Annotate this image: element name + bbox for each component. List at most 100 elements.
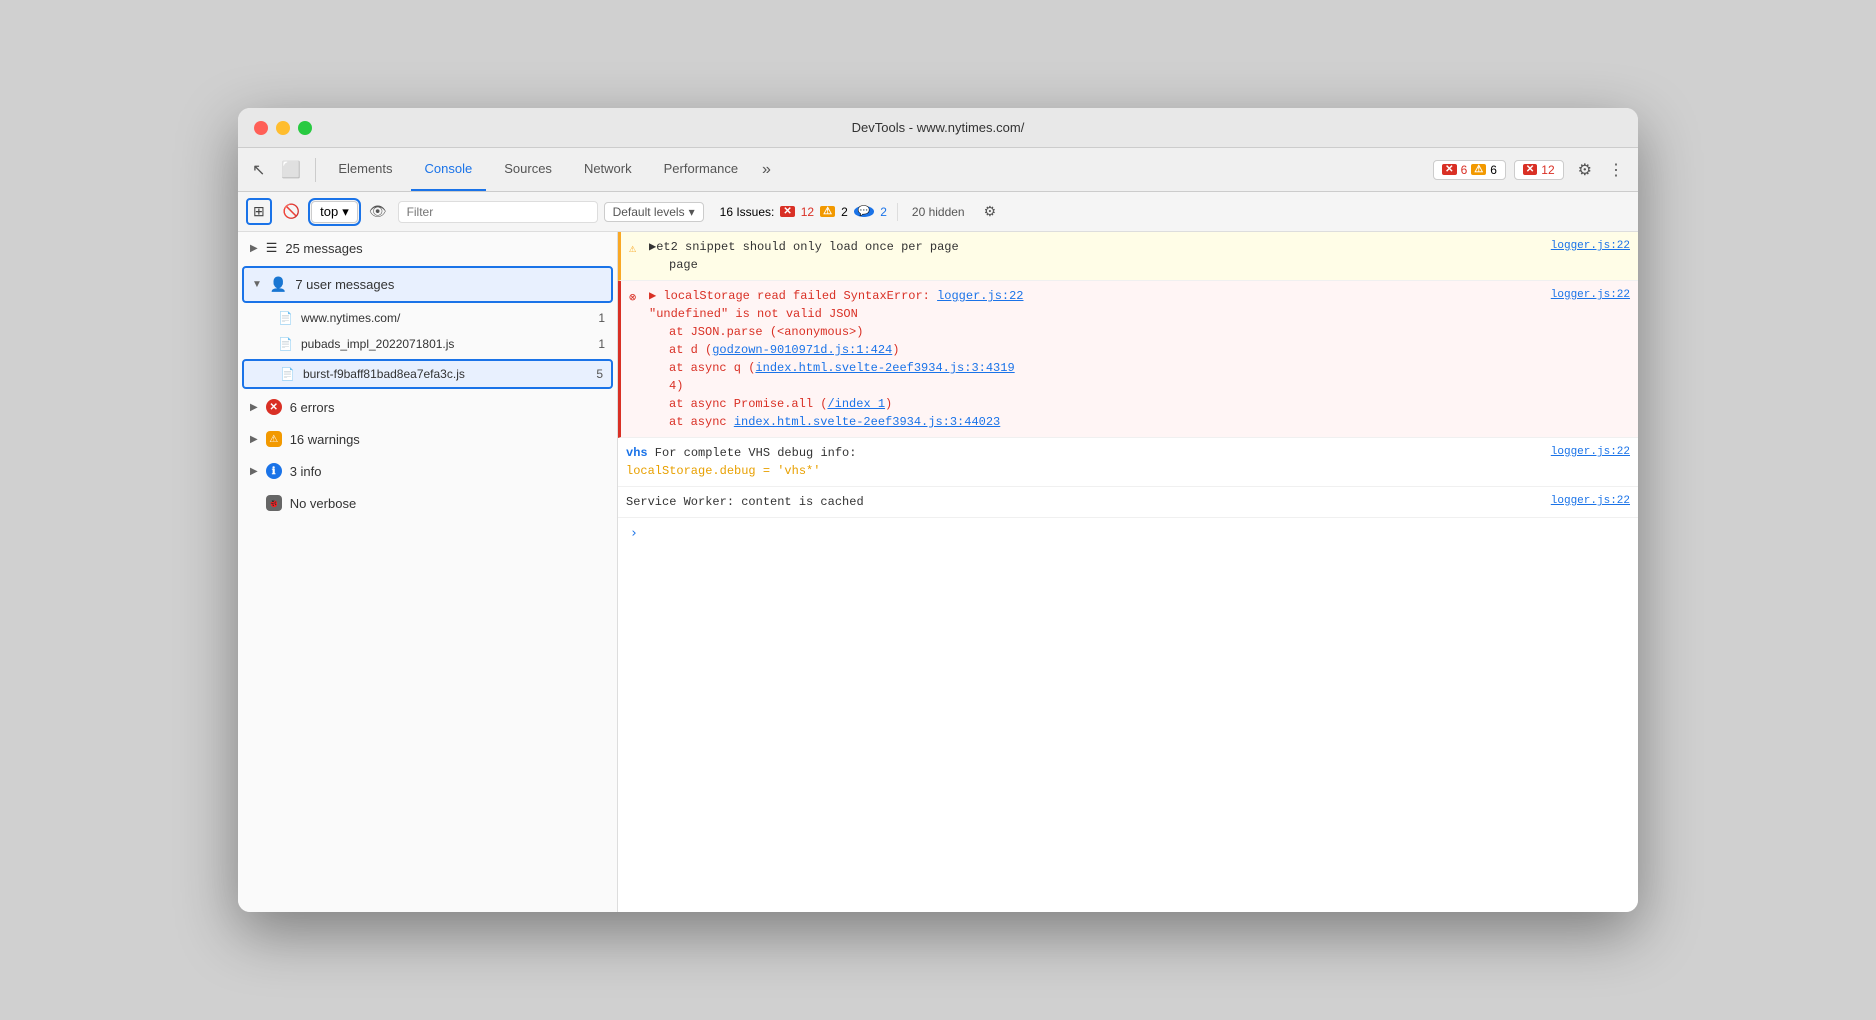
devtools-window: DevTools - www.nytimes.com/ ↖ ⬜ Elements… — [238, 108, 1638, 912]
context-selector[interactable]: top ▾ — [311, 201, 358, 223]
title-bar: DevTools - www.nytimes.com/ — [238, 108, 1638, 148]
sidebar-item-user-messages-container: ▼ 👤 7 user messages 📄 www.nytimes.com/ 1… — [238, 266, 617, 389]
error-line-3: at d (godzown-9010971d.js:1:424) — [649, 341, 1630, 359]
sidebar-file-burst[interactable]: 📄 burst-f9baff81bad8ea7efa3c.js 5 — [242, 359, 613, 389]
issues-error-count: 12 — [801, 205, 814, 219]
separator — [315, 158, 316, 182]
sidebar-item-info[interactable]: ▶ ℹ 3 info — [238, 455, 617, 487]
messages-label: 25 messages — [285, 241, 605, 256]
tab-performance[interactable]: Performance — [650, 148, 752, 191]
issues-badge-count: 12 — [1541, 163, 1554, 177]
error-line-1: "undefined" is not valid JSON — [649, 305, 1630, 323]
cursor-icon-btn[interactable]: ↖ — [246, 156, 271, 184]
warning-text: ▶et2 snippet should only load once per p… — [649, 238, 959, 256]
eye-icon-button[interactable]: 👁 — [364, 200, 392, 223]
sidebar-file-pubads[interactable]: 📄 pubads_impl_2022071801.js 1 — [238, 331, 617, 357]
file-count-burst: 5 — [596, 367, 603, 381]
error-link-svelte-2[interactable]: index.html.svelte-2eef3934.js:3:44023 — [734, 415, 1000, 429]
error-link-svelte-1[interactable]: index.html.svelte-2eef3934.js:3:4319 — [755, 361, 1014, 375]
console-toolbar: ⊞ 🚫 top ▾ 👁 Default levels ▾ 16 Issues: … — [238, 192, 1638, 232]
main-toolbar: ↖ ⬜ Elements Console Sources Network Per… — [238, 148, 1638, 192]
window-title: DevTools - www.nytimes.com/ — [852, 120, 1025, 135]
filter-input[interactable] — [398, 201, 598, 223]
tab-elements[interactable]: Elements — [324, 148, 406, 191]
verbose-status-icon: 🐞 — [266, 495, 282, 511]
issues-info-count: 2 — [880, 205, 887, 219]
vhs-entry-content: vhs For complete VHS debug info: logger.… — [626, 444, 1630, 480]
vhs-location[interactable]: logger.js:22 — [1551, 444, 1630, 461]
vhs-text: vhs For complete VHS debug info: — [626, 444, 856, 462]
sidebar-item-warnings[interactable]: ▶ ⚠ 16 warnings — [238, 423, 617, 455]
errors-label: 6 errors — [290, 400, 605, 415]
file-icon-2: 📄 — [278, 337, 293, 351]
sidebar-toggle-button[interactable]: ⊞ — [246, 198, 272, 225]
sidebar: ▶ ☰ 25 messages ▼ 👤 7 user messages 📄 ww… — [238, 232, 618, 912]
error-line-6: at async index.html.svelte-2eef3934.js:3… — [649, 413, 1630, 431]
sidebar-item-user-messages[interactable]: ▼ 👤 7 user messages — [242, 266, 613, 303]
console-entry-warning: ⚠ ▶et2 snippet should only load once per… — [618, 232, 1638, 281]
warning-status-icon: ⚠ — [266, 431, 282, 447]
caret-icon: ▶ — [250, 243, 258, 254]
warning-badge-count: 6 — [1490, 163, 1497, 177]
user-messages-caret-icon: ▼ — [252, 279, 262, 290]
context-dropdown-icon: ▾ — [342, 204, 349, 220]
errors-caret-icon: ▶ — [250, 402, 258, 413]
clear-console-button[interactable]: 🚫 — [278, 200, 305, 223]
error-location[interactable]: logger.js:22 — [1551, 287, 1630, 304]
maximize-button[interactable] — [298, 121, 312, 135]
issues-error-icon: ✕ — [780, 206, 794, 217]
sidebar-item-messages[interactable]: ▶ ☰ 25 messages — [238, 232, 617, 264]
error-line-5: at async Promise.all (/index 1) — [649, 395, 1630, 413]
settings-button[interactable]: ⚙ — [1572, 156, 1598, 184]
vhs-code: localStorage.debug = 'vhs*' — [626, 462, 1630, 480]
hidden-count: 20 hidden — [904, 205, 973, 219]
error-main-text: ▶ localStorage read failed SyntaxError: … — [649, 287, 1024, 305]
inspect-icon-btn[interactable]: ⬜ — [275, 156, 307, 184]
sidebar-item-verbose[interactable]: ▶ 🐞 No verbose — [238, 487, 617, 519]
levels-label: Default levels — [613, 205, 685, 219]
file-count-pubads: 1 — [598, 337, 605, 351]
issues-count-bar: 16 Issues: ✕ 12 ⚠ 2 💬 2 — [710, 203, 898, 221]
user-icon: 👤 — [270, 276, 287, 293]
tab-sources[interactable]: Sources — [490, 148, 566, 191]
vhs-label: vhs — [626, 446, 648, 460]
more-tabs-button[interactable]: » — [756, 157, 777, 183]
issues-badge-icon: ✕ — [1523, 164, 1537, 175]
levels-dropdown[interactable]: Default levels ▾ — [604, 202, 704, 222]
close-button[interactable] — [254, 121, 268, 135]
levels-chevron-icon: ▾ — [689, 205, 695, 219]
file-name-pubads: pubads_impl_2022071801.js — [301, 337, 590, 351]
file-count-nytimes: 1 — [598, 311, 605, 325]
console-prompt[interactable]: › — [618, 518, 1638, 549]
console-entry-error: ⊗ ▶ localStorage read failed SyntaxError… — [618, 281, 1638, 438]
error-line-4b: 4) — [649, 377, 1630, 395]
warning-location[interactable]: logger.js:22 — [1551, 238, 1630, 255]
warning-entry-content: ▶et2 snippet should only load once per p… — [649, 238, 1630, 274]
error-entry-icon: ⊗ — [629, 289, 643, 431]
error-line-2: at JSON.parse (<anonymous>) — [649, 323, 1630, 341]
sw-location[interactable]: logger.js:22 — [1551, 493, 1630, 510]
more-options-button[interactable]: ⋮ — [1602, 156, 1630, 184]
warning-badge-icon: ⚠ — [1471, 164, 1486, 175]
traffic-lights — [254, 121, 312, 135]
tab-network[interactable]: Network — [570, 148, 646, 191]
error-link-1[interactable]: logger.js:22 — [937, 289, 1023, 303]
issues-warn-icon: ⚠ — [820, 206, 835, 217]
sidebar-file-nytimes[interactable]: 📄 www.nytimes.com/ 1 — [238, 305, 617, 331]
verbose-label: No verbose — [290, 496, 605, 511]
file-icon: 📄 — [278, 311, 293, 325]
sidebar-item-errors[interactable]: ▶ ✕ 6 errors — [238, 391, 617, 423]
tab-console[interactable]: Console — [411, 148, 487, 191]
minimize-button[interactable] — [276, 121, 290, 135]
sw-text: Service Worker: content is cached — [626, 493, 864, 511]
hidden-settings-icon[interactable]: ⚙ — [979, 200, 1002, 223]
file-icon-3: 📄 — [280, 367, 295, 381]
error-link-godzown[interactable]: godzown-9010971d.js:1:424 — [712, 343, 892, 357]
errors-badge: ✕ 6 ⚠ 6 — [1433, 160, 1506, 180]
warnings-label: 16 warnings — [290, 432, 605, 447]
issues-badge: ✕ 12 — [1514, 160, 1564, 180]
error-link-index[interactable]: /index 1 — [827, 397, 885, 411]
error-entry-content: ▶ localStorage read failed SyntaxError: … — [649, 287, 1630, 431]
file-name-nytimes: www.nytimes.com/ — [301, 311, 590, 325]
info-label: 3 info — [290, 464, 605, 479]
